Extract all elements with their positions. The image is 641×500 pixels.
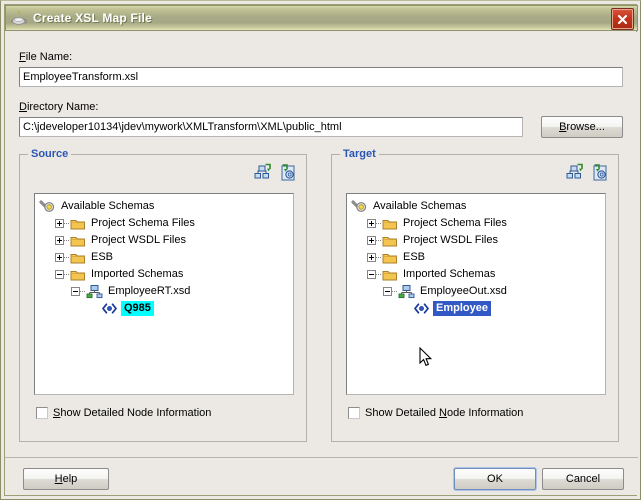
window-title: Create XSL Map File [33, 11, 152, 25]
file-name-label: File Name: [19, 51, 73, 63]
tree-node-label: Project WSDL Files [403, 234, 498, 246]
source-group: Source Available Schemas Project Schema … [19, 148, 307, 442]
tree-node[interactable]: EmployeeOut.xsd [351, 283, 605, 300]
tree-connector [64, 256, 69, 259]
tree-node[interactable]: ESB [351, 249, 605, 266]
tree-node-label: Imported Schemas [403, 268, 496, 280]
folder-icon [382, 236, 397, 246]
browse-button[interactable]: Browse... [541, 116, 623, 138]
expand-icon[interactable] [367, 253, 376, 262]
tree-node[interactable]: Project WSDL Files [351, 232, 605, 249]
directory-name-label: Directory Name: [19, 101, 99, 113]
add-schema-icon[interactable] [252, 163, 272, 183]
ok-button[interactable]: OK [454, 468, 536, 490]
target-tree-rows: Available Schemas Project Schema Files Pro… [347, 194, 605, 317]
tree-node[interactable]: Imported Schemas [39, 266, 293, 283]
cancel-button[interactable]: Cancel [542, 468, 624, 490]
directory-name-input[interactable] [19, 117, 523, 137]
add-url-schema-icon[interactable] [590, 163, 610, 183]
schema-root-icon [39, 200, 55, 212]
bottom-separator [5, 457, 638, 458]
schema-root-icon [351, 200, 367, 212]
source-group-title: Source [28, 148, 72, 160]
source-toolbar [252, 163, 298, 183]
lamp-icon [10, 9, 28, 27]
tree-node-label: Available Schemas [373, 200, 467, 212]
expand-icon[interactable] [367, 219, 376, 228]
collapse-icon[interactable] [71, 287, 80, 296]
target-toolbar [564, 163, 610, 183]
tree-node-label: Employee [433, 301, 491, 316]
tree-node[interactable]: Available Schemas [39, 198, 293, 215]
source-tree-rows: Available Schemas Project Schema Files Pro… [35, 194, 293, 317]
tree-node-label: ESB [91, 251, 114, 263]
checkbox-label: Show Detailed Node Information [365, 407, 524, 419]
tree-node-label: EmployeeRT.xsd [108, 285, 191, 297]
expand-icon[interactable] [55, 219, 64, 228]
tree-node[interactable]: Imported Schemas [351, 266, 605, 283]
dialog-content: File Name: Directory Name: Browse... Sou… [5, 32, 638, 495]
tree-node-label: Imported Schemas [91, 268, 184, 280]
tree-connector [64, 222, 69, 225]
checkbox-box[interactable] [36, 407, 48, 419]
expand-icon[interactable] [367, 236, 376, 245]
folder-icon [70, 236, 85, 246]
source-tree[interactable]: Available Schemas Project Schema Files Pro… [34, 193, 294, 395]
folder-icon [382, 253, 397, 263]
title-bar: Create XSL Map File [5, 5, 638, 31]
expand-icon[interactable] [55, 236, 64, 245]
tree-node-label: Project WSDL Files [91, 234, 186, 246]
tree-node[interactable]: Project Schema Files [351, 215, 605, 232]
tree-node-label: EmployeeOut.xsd [420, 285, 507, 297]
target-group: Target Available Schemas Project Schema … [331, 148, 619, 442]
tree-node[interactable]: ESB [39, 249, 293, 266]
add-schema-icon[interactable] [564, 163, 584, 183]
collapse-icon[interactable] [367, 270, 376, 279]
xsd-file-icon [398, 285, 415, 299]
folder-icon [70, 253, 85, 263]
create-xsl-map-file-dialog: Create XSL Map File File Name: Directory… [0, 0, 641, 500]
collapse-icon[interactable] [55, 270, 64, 279]
xsd-file-icon [86, 285, 103, 299]
tree-node[interactable]: EmployeeRT.xsd [39, 283, 293, 300]
add-url-schema-icon[interactable] [278, 163, 298, 183]
element-icon [102, 303, 117, 314]
tree-node-label: Available Schemas [61, 200, 155, 212]
tree-connector [392, 290, 397, 293]
tree-connector [64, 239, 69, 242]
expand-icon[interactable] [55, 253, 64, 262]
tree-connector [376, 239, 381, 242]
file-name-input[interactable] [19, 67, 623, 87]
element-icon [414, 303, 429, 314]
tree-connector [376, 256, 381, 259]
checkbox-box[interactable] [348, 407, 360, 419]
tree-connector [80, 290, 85, 293]
folder-icon [382, 270, 397, 280]
close-icon[interactable] [611, 8, 634, 30]
tree-connector [376, 222, 381, 225]
target-show-detailed-node-info-checkbox[interactable]: Show Detailed Node Information [348, 407, 523, 419]
tree-node[interactable]: Q985 [39, 300, 293, 317]
source-show-detailed-node-info-checkbox[interactable]: Show Detailed Node Information [36, 407, 211, 419]
tree-node-label: Q985 [121, 301, 154, 316]
folder-icon [70, 270, 85, 280]
collapse-icon[interactable] [383, 287, 392, 296]
folder-icon [70, 219, 85, 229]
tree-connector [376, 273, 381, 276]
tree-node[interactable]: Available Schemas [351, 198, 605, 215]
tree-node-label: Project Schema Files [403, 217, 507, 229]
tree-node-label: Project Schema Files [91, 217, 195, 229]
folder-icon [382, 219, 397, 229]
tree-node[interactable]: Project WSDL Files [39, 232, 293, 249]
tree-node[interactable]: Project Schema Files [39, 215, 293, 232]
tree-connector [64, 273, 69, 276]
target-group-title: Target [340, 148, 379, 160]
tree-node[interactable]: Employee [351, 300, 605, 317]
target-tree[interactable]: Available Schemas Project Schema Files Pro… [346, 193, 606, 395]
tree-node-label: ESB [403, 251, 426, 263]
help-button[interactable]: Help [23, 468, 109, 490]
checkbox-label: Show Detailed Node Information [53, 407, 212, 419]
